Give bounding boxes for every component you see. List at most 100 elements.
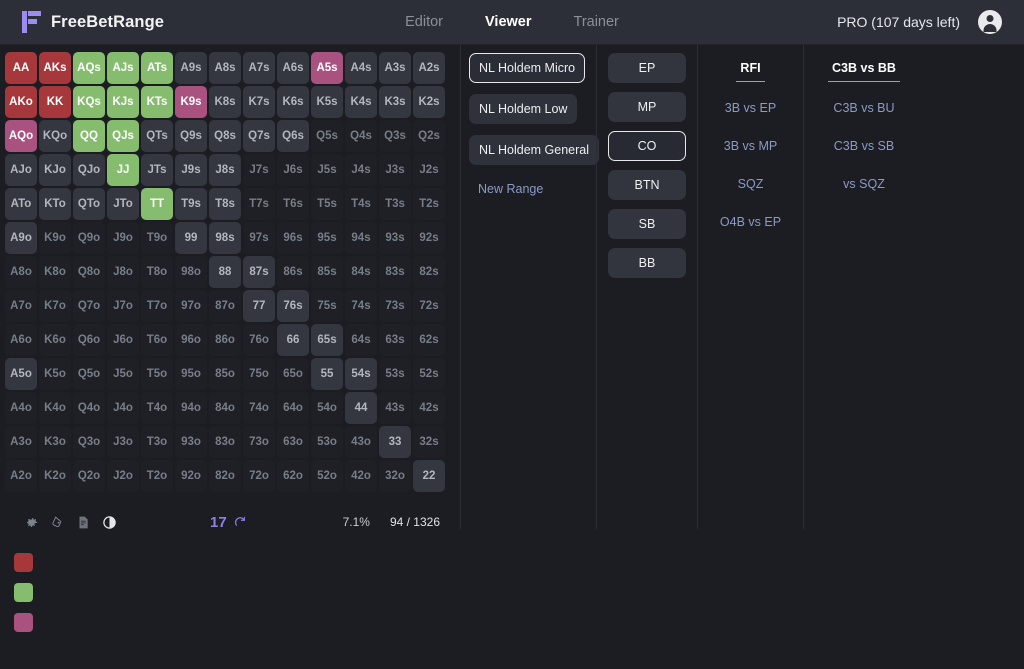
hand-cell-Q4o[interactable]: Q4o (73, 392, 105, 424)
hand-cell-92s[interactable]: 92s (413, 222, 445, 254)
nav-item-editor[interactable]: Editor (405, 14, 443, 30)
hand-cell-AKs[interactable]: AKs (39, 52, 71, 84)
hand-range-grid[interactable]: AA AKs AQs AJs ATs A9s A8s A7s A6s A5s A4s A3s A2s AK… (4, 51, 460, 493)
hand-cell-33[interactable]: 33 (379, 426, 411, 458)
hand-cell-63s[interactable]: 63s (379, 324, 411, 356)
hand-cell-T9o[interactable]: T9o (141, 222, 173, 254)
hand-cell-A7s[interactable]: A7s (243, 52, 275, 84)
hand-cell-65s[interactable]: 65s (311, 324, 343, 356)
hand-cell-65o[interactable]: 65o (277, 358, 309, 390)
position-button-sb[interactable]: SB (608, 209, 686, 239)
hand-cell-AKo[interactable]: AKo (5, 86, 37, 118)
hand-cell-73s[interactable]: 73s (379, 290, 411, 322)
hand-cell-AQs[interactable]: AQs (73, 52, 105, 84)
hand-cell-63o[interactable]: 63o (277, 426, 309, 458)
hand-cell-A3s[interactable]: A3s (379, 52, 411, 84)
hand-cell-KQs[interactable]: KQs (73, 86, 105, 118)
hand-cell-J8s[interactable]: J8s (209, 154, 241, 186)
hand-cell-64o[interactable]: 64o (277, 392, 309, 424)
hand-cell-K5o[interactable]: K5o (39, 358, 71, 390)
action-option-sqz[interactable]: SQZ (734, 169, 768, 196)
refresh-icon[interactable] (233, 515, 247, 529)
hand-cell-A5o[interactable]: A5o (5, 358, 37, 390)
hand-cell-83s[interactable]: 83s (379, 256, 411, 288)
hand-cell-T8s[interactable]: T8s (209, 188, 241, 220)
hand-cell-44[interactable]: 44 (345, 392, 377, 424)
document-icon[interactable] (70, 511, 96, 533)
position-button-bb[interactable]: BB (608, 248, 686, 278)
hand-cell-K7s[interactable]: K7s (243, 86, 275, 118)
position-button-co[interactable]: CO (608, 131, 686, 161)
action-option-rfi[interactable]: RFI (736, 53, 765, 82)
hand-cell-T2o[interactable]: T2o (141, 460, 173, 492)
hand-cell-74s[interactable]: 74s (345, 290, 377, 322)
hand-cell-J7s[interactable]: J7s (243, 154, 275, 186)
hand-cell-Q6s[interactable]: Q6s (277, 120, 309, 152)
hand-cell-52o[interactable]: 52o (311, 460, 343, 492)
hand-cell-Q3o[interactable]: Q3o (73, 426, 105, 458)
hand-cell-KJs[interactable]: KJs (107, 86, 139, 118)
hand-cell-T8o[interactable]: T8o (141, 256, 173, 288)
hand-cell-22[interactable]: 22 (413, 460, 445, 492)
hand-cell-A9o[interactable]: A9o (5, 222, 37, 254)
hand-cell-96o[interactable]: 96o (175, 324, 207, 356)
hand-cell-JTs[interactable]: JTs (141, 154, 173, 186)
hand-cell-86s[interactable]: 86s (277, 256, 309, 288)
hand-cell-Q5o[interactable]: Q5o (73, 358, 105, 390)
hand-cell-43o[interactable]: 43o (345, 426, 377, 458)
hand-cell-A4s[interactable]: A4s (345, 52, 377, 84)
hand-cell-Q2o[interactable]: Q2o (73, 460, 105, 492)
hand-cell-87o[interactable]: 87o (209, 290, 241, 322)
account-circle-icon[interactable] (978, 10, 1002, 34)
hand-cell-J3s[interactable]: J3s (379, 154, 411, 186)
range-button-nl-holdem-low[interactable]: NL Holdem Low (469, 94, 578, 124)
hand-cell-QJo[interactable]: QJo (73, 154, 105, 186)
hand-cell-A6o[interactable]: A6o (5, 324, 37, 356)
position-button-btn[interactable]: BTN (608, 170, 686, 200)
hand-cell-94s[interactable]: 94s (345, 222, 377, 254)
hand-cell-82o[interactable]: 82o (209, 460, 241, 492)
hand-cell-43s[interactable]: 43s (379, 392, 411, 424)
hand-cell-J2s[interactable]: J2s (413, 154, 445, 186)
nav-item-viewer[interactable]: Viewer (485, 14, 532, 30)
hand-cell-J5s[interactable]: J5s (311, 154, 343, 186)
hand-cell-42o[interactable]: 42o (345, 460, 377, 492)
hand-cell-K6o[interactable]: K6o (39, 324, 71, 356)
hand-cell-Q6o[interactable]: Q6o (73, 324, 105, 356)
hand-cell-A7o[interactable]: A7o (5, 290, 37, 322)
hand-cell-99[interactable]: 99 (175, 222, 207, 254)
hand-cell-72o[interactable]: 72o (243, 460, 275, 492)
hand-cell-AQo[interactable]: AQo (5, 120, 37, 152)
hand-cell-T7s[interactable]: T7s (243, 188, 275, 220)
hand-cell-A6s[interactable]: A6s (277, 52, 309, 84)
new-range-button[interactable]: New Range (469, 176, 552, 202)
hand-cell-87s[interactable]: 87s (243, 256, 275, 288)
hand-cell-Q3s[interactable]: Q3s (379, 120, 411, 152)
hand-cell-J3o[interactable]: J3o (107, 426, 139, 458)
hand-cell-75o[interactable]: 75o (243, 358, 275, 390)
gear-icon[interactable] (18, 511, 44, 533)
action-option-vs-sqz[interactable]: vs SQZ (839, 169, 889, 196)
hand-cell-AJo[interactable]: AJo (5, 154, 37, 186)
hand-cell-62o[interactable]: 62o (277, 460, 309, 492)
hand-cell-74o[interactable]: 74o (243, 392, 275, 424)
hand-cell-J6s[interactable]: J6s (277, 154, 309, 186)
hand-cell-32s[interactable]: 32s (413, 426, 445, 458)
hand-cell-J4s[interactable]: J4s (345, 154, 377, 186)
hand-cell-76s[interactable]: 76s (277, 290, 309, 322)
hand-cell-82s[interactable]: 82s (413, 256, 445, 288)
hand-cell-94o[interactable]: 94o (175, 392, 207, 424)
hand-cell-Q2s[interactable]: Q2s (413, 120, 445, 152)
hand-cell-96s[interactable]: 96s (277, 222, 309, 254)
hand-cell-86o[interactable]: 86o (209, 324, 241, 356)
hand-cell-55[interactable]: 55 (311, 358, 343, 390)
nav-item-trainer[interactable]: Trainer (574, 14, 619, 30)
hand-cell-76o[interactable]: 76o (243, 324, 275, 356)
hand-cell-Q4s[interactable]: Q4s (345, 120, 377, 152)
hand-cell-KQo[interactable]: KQo (39, 120, 71, 152)
hand-cell-64s[interactable]: 64s (345, 324, 377, 356)
hand-cell-K9o[interactable]: K9o (39, 222, 71, 254)
paint-bucket-icon[interactable] (44, 511, 70, 533)
hand-cell-83o[interactable]: 83o (209, 426, 241, 458)
hand-cell-AA[interactable]: AA (5, 52, 37, 84)
